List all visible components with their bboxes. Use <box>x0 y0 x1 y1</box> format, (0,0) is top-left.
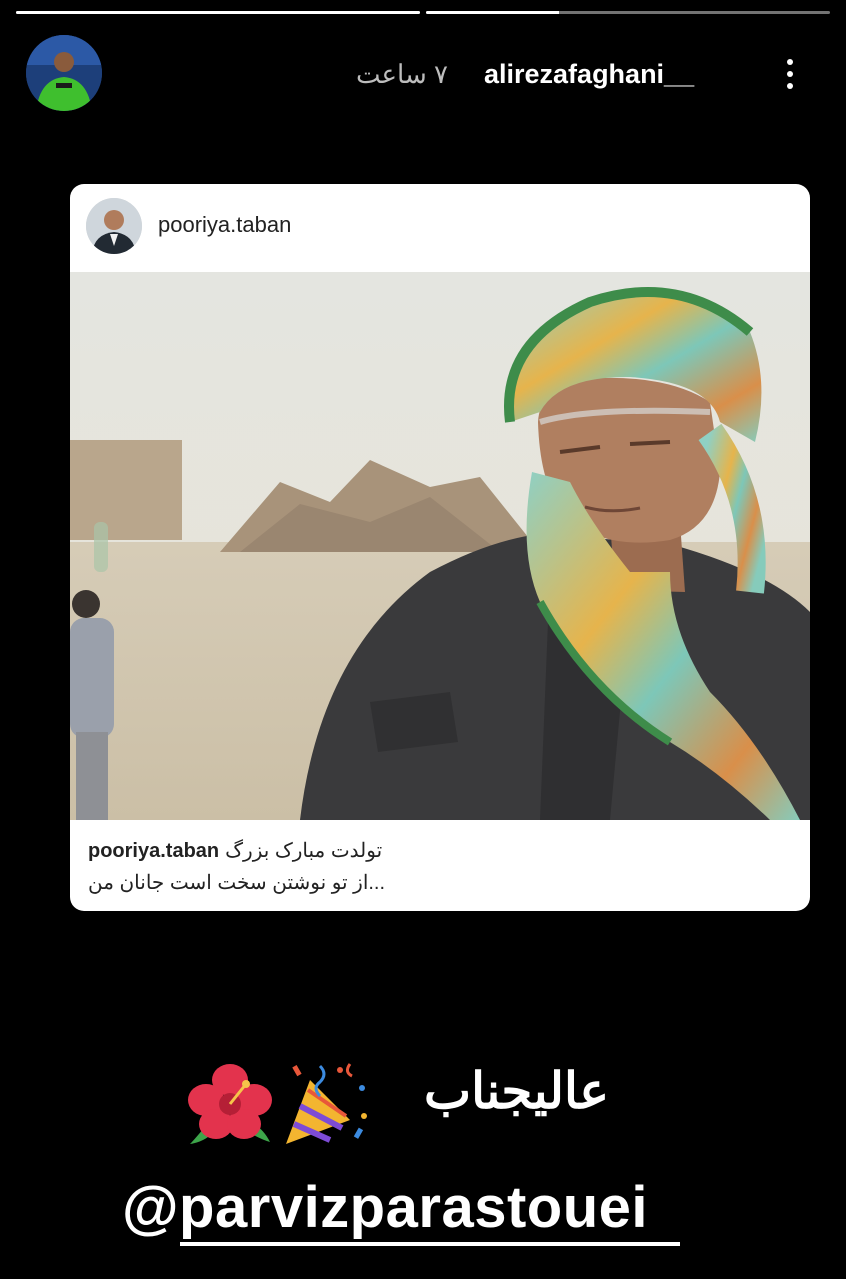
shared-post-avatar-icon[interactable] <box>86 198 142 254</box>
story-overlay-text: عالیجناب <box>424 1063 610 1119</box>
caption-line-1: pooriya.taban تولدت مبارک بزرگ <box>88 838 382 863</box>
shared-post-username[interactable]: pooriya.taban <box>158 212 291 238</box>
post-time: ۷ ساعت <box>356 59 448 89</box>
story-username[interactable]: alirezafaghani__ <box>484 59 694 90</box>
caption-text-2: از تو نوشتن سخت است جانان من... <box>88 872 386 894</box>
progress-segment-1 <box>16 11 420 14</box>
shared-post-card[interactable]: pooriya.taban pooriya.taban تولدت مبارک … <box>70 184 810 911</box>
hibiscus-emoji-icon <box>184 1058 276 1150</box>
caption-text-1: تولدت مبارک بزرگ <box>225 840 383 862</box>
more-options-icon[interactable] <box>770 49 810 99</box>
mention-underline <box>180 1242 680 1246</box>
shared-post-caption: pooriya.taban تولدت مبارک بزرگ از تو نوشت… <box>70 820 810 911</box>
progress-segment-2 <box>426 11 830 14</box>
caption-username[interactable]: pooriya.taban <box>88 840 219 862</box>
mention-tag[interactable]: @parvizparastouei <box>122 1174 648 1241</box>
shared-post-header: pooriya.taban <box>70 184 810 272</box>
story-header: ۷ ساعت alirezafaghani__ <box>0 35 846 115</box>
profile-avatar-icon[interactable] <box>26 35 102 111</box>
party-popper-emoji-icon <box>280 1058 372 1150</box>
shared-post-photo <box>70 272 810 820</box>
story-progress-bar <box>16 11 830 15</box>
